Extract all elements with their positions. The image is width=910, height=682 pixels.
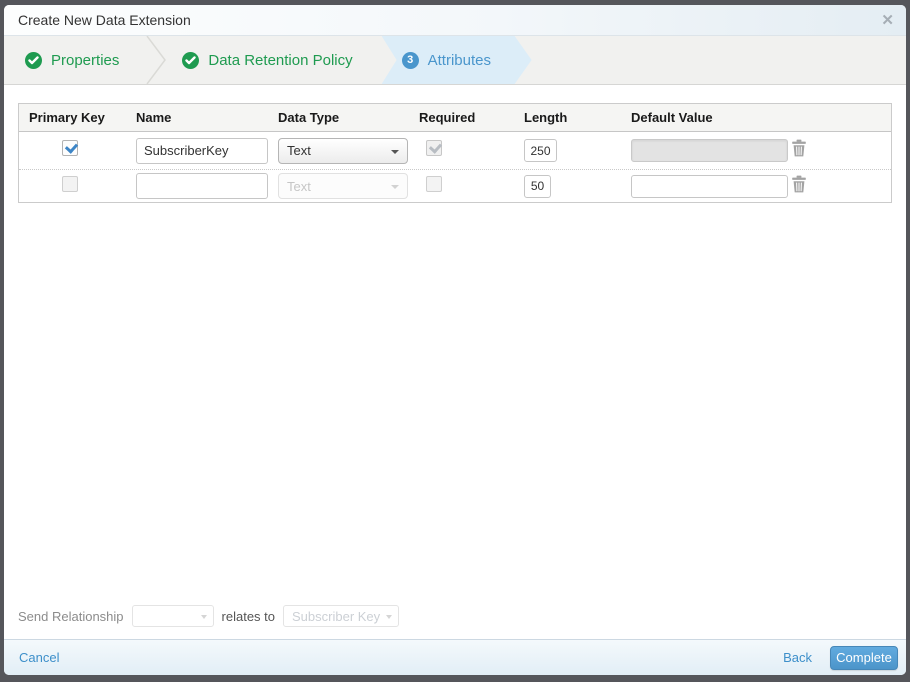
column-header-length: Length: [524, 110, 568, 125]
column-header-required: Required: [419, 110, 476, 125]
table-header-row: Primary Key Name Data Type Required Leng…: [19, 104, 891, 132]
name-input[interactable]: [136, 137, 268, 164]
create-data-extension-modal: Create New Data Extension ✕ Properties D…: [4, 5, 906, 675]
chevron-separator-icon: [146, 36, 167, 84]
required-checkbox[interactable]: [426, 175, 442, 192]
wizard-step-label: Data Retention Policy: [208, 51, 353, 69]
modal-titlebar: Create New Data Extension ✕: [4, 5, 906, 36]
default-value-input: [631, 139, 788, 162]
length-cell: [513, 174, 623, 198]
name-cell: [126, 173, 268, 199]
subscriber-key-select: Subscriber Key: [283, 605, 400, 627]
modal-title: Create New Data Extension: [18, 12, 191, 28]
cancel-link[interactable]: Cancel: [19, 650, 59, 665]
send-relationship-label: Send Relationship: [18, 608, 124, 624]
wizard-step-attributes[interactable]: 3 Attributes: [382, 36, 532, 84]
attributes-table: Primary Key Name Data Type Required Leng…: [18, 103, 892, 203]
data-type-cell: Text: [268, 173, 408, 199]
required-checkbox: [426, 140, 442, 156]
required-cell: [408, 140, 513, 161]
back-link[interactable]: Back: [783, 650, 812, 665]
column-header-primary-key: Primary Key: [29, 110, 105, 125]
default-value-cell: [623, 174, 788, 198]
chevron-down-icon: [200, 615, 207, 619]
wizard-step-properties[interactable]: Properties: [4, 36, 145, 84]
chevron-down-icon: [391, 149, 399, 154]
column-header-name: Name: [136, 110, 172, 125]
modal-footer: Cancel Back Complete: [4, 639, 906, 675]
send-relationship-field-select: [131, 605, 214, 627]
chevron-down-icon: [391, 185, 399, 189]
table-row: Text: [19, 169, 891, 202]
primary-key-checkbox[interactable]: [62, 175, 78, 192]
send-relationship-row: Send Relationship relates to Subscriber …: [18, 605, 400, 627]
trash-icon[interactable]: [791, 175, 807, 193]
column-header-data-type: Data Type: [278, 110, 340, 125]
wizard-step-label: Attributes: [427, 51, 491, 69]
default-value-input[interactable]: [631, 174, 788, 198]
wizard-step-bar: Properties Data Retention Policy 3 Attri…: [4, 36, 906, 85]
modal-content: Primary Key Name Data Type Required Leng…: [4, 85, 906, 639]
screen-background: Create New Data Extension ✕ Properties D…: [0, 0, 910, 682]
data-type-value: Text: [287, 143, 311, 158]
data-type-value: Text: [287, 178, 311, 194]
actions-cell: [783, 175, 891, 198]
length-input[interactable]: [524, 139, 557, 162]
actions-cell: [783, 139, 891, 162]
step-number-badge: 3: [402, 52, 419, 69]
column-header-default-value: Default Value: [631, 110, 713, 125]
primary-key-cell: [19, 140, 126, 161]
complete-button[interactable]: Complete: [830, 645, 898, 670]
primary-key-checkbox[interactable]: [62, 140, 78, 156]
wizard-step-label: Properties: [51, 51, 120, 69]
table-row: Text: [19, 132, 891, 169]
name-input[interactable]: [136, 173, 268, 199]
relates-to-label: relates to: [221, 608, 276, 624]
required-cell: [408, 175, 513, 197]
check-circle-icon: [182, 51, 200, 69]
wizard-step-data-retention-policy[interactable]: Data Retention Policy: [167, 36, 380, 84]
subscriber-key-value: Subscriber Key: [292, 608, 381, 624]
name-cell: [126, 137, 268, 164]
check-circle-icon: [25, 51, 42, 69]
chevron-down-icon: [386, 615, 393, 619]
trash-icon[interactable]: [791, 139, 807, 157]
data-type-cell: Text: [268, 137, 408, 164]
default-value-cell: [623, 139, 788, 162]
close-icon[interactable]: ✕: [881, 13, 894, 28]
data-type-select[interactable]: Text: [278, 137, 408, 164]
data-type-select: Text: [278, 173, 408, 199]
primary-key-cell: [19, 175, 126, 197]
length-cell: [513, 139, 623, 162]
length-input[interactable]: [524, 174, 551, 198]
